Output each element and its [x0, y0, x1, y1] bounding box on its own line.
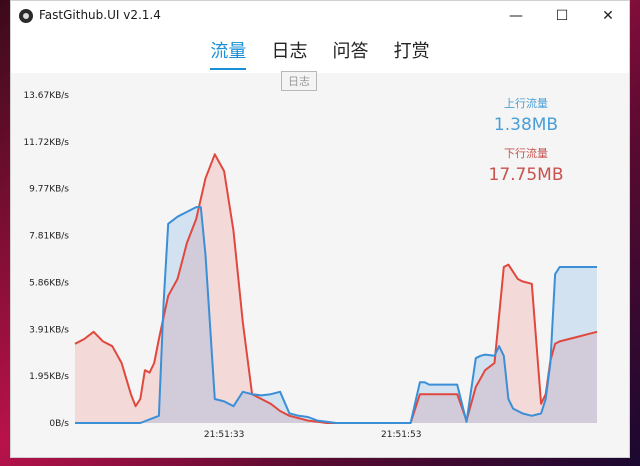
y-tick-label: 1.95KB/s [29, 372, 69, 382]
window-title: FastGithub.UI v2.1.4 [39, 8, 161, 22]
x-tick-label: 21:51:33 [204, 430, 244, 440]
tab-tooltip: 日志 [281, 71, 317, 91]
app-logo-icon [19, 9, 33, 23]
title-bar[interactable]: FastGithub.UI v2.1.4 — ☐ ✕ [11, 1, 629, 31]
y-tick-label: 7.81KB/s [29, 232, 69, 242]
tab-logs[interactable]: 日志 [271, 37, 307, 68]
app-window: FastGithub.UI v2.1.4 — ☐ ✕ 流量 日志 问答 打赏 0… [10, 0, 630, 458]
y-tick-label: 13.67KB/s [23, 91, 69, 101]
upload-label: 上行流量 [504, 97, 548, 110]
y-tick-label: 5.86KB/s [29, 278, 69, 288]
maximize-button[interactable]: ☐ [539, 1, 585, 31]
traffic-stats: 上行流量 1.38MB 下行流量 17.75MB [471, 93, 581, 195]
tab-traffic[interactable]: 流量 [210, 37, 247, 70]
y-tick-label: 9.77KB/s [29, 185, 69, 195]
y-tick-label: 3.91KB/s [29, 325, 69, 335]
minimize-button[interactable]: — [493, 1, 539, 31]
download-label: 下行流量 [504, 147, 548, 160]
tab-donate[interactable]: 打赏 [394, 37, 430, 68]
y-tick-label: 0B/s [49, 419, 69, 429]
y-tick-label: 11.72KB/s [23, 138, 69, 148]
upload-value: 1.38MB [493, 115, 559, 135]
download-value: 17.75MB [488, 165, 564, 185]
close-button[interactable]: ✕ [585, 1, 631, 31]
tab-faq[interactable]: 问答 [333, 37, 369, 68]
x-tick-label: 21:51:53 [381, 430, 421, 440]
tab-bar: 流量 日志 问答 打赏 [11, 37, 629, 70]
